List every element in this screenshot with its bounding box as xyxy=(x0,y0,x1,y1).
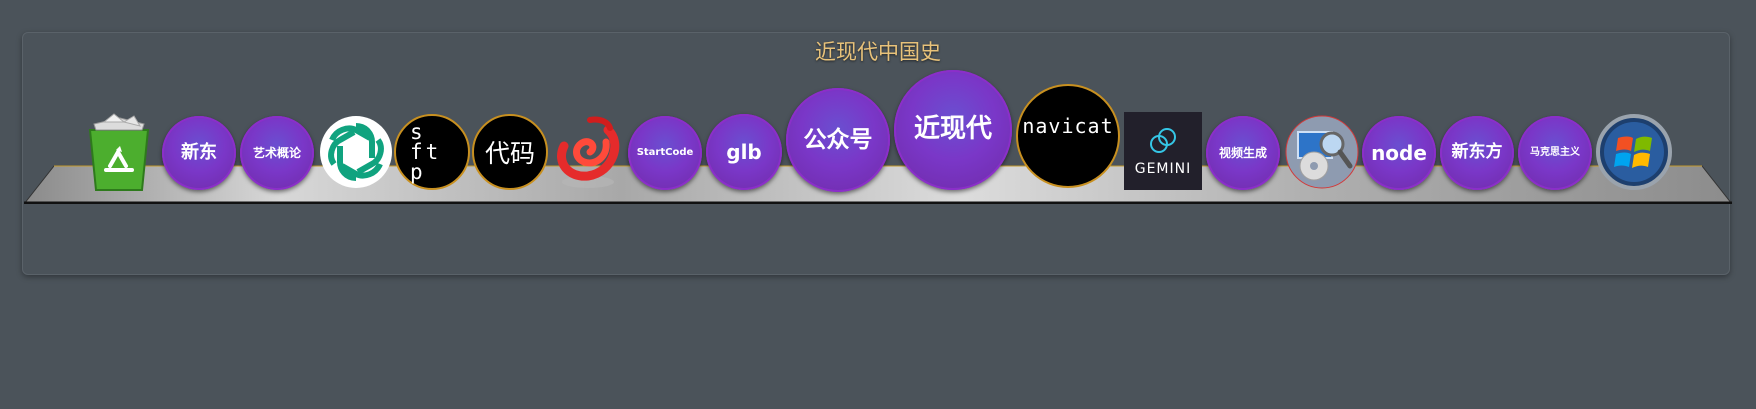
app-shipin-shengcheng-label: 视频生成 xyxy=(1218,145,1267,160)
app-sftp[interactable]: s ft p xyxy=(394,114,470,190)
app-makesi-zhuyi-label: 马克思主义 xyxy=(1530,146,1580,158)
app-yishu-gailun-label: 艺术概论 xyxy=(252,145,301,160)
app-startcode[interactable]: StartCode xyxy=(628,116,702,190)
app-gongzhonghao[interactable]: 公众号 xyxy=(786,88,890,192)
app-daima[interactable]: 代码 xyxy=(472,114,548,190)
chatgpt-logo-icon[interactable] xyxy=(318,114,394,190)
red-swirl-app-icon[interactable] xyxy=(550,112,626,192)
app-xindong-label: 新东 xyxy=(181,141,217,163)
app-gongzhonghao-label: 公众号 xyxy=(803,126,873,153)
app-sftp-char-p: p xyxy=(410,160,426,184)
app-node[interactable]: node xyxy=(1362,116,1436,190)
app-startcode-label: StartCode xyxy=(636,146,694,158)
disk-search-icon[interactable] xyxy=(1284,114,1360,190)
app-jinxiandai[interactable]: 近现代 xyxy=(894,70,1012,190)
app-daima-label: 代码 xyxy=(484,139,535,168)
app-navicat[interactable]: navicat xyxy=(1016,84,1120,188)
windows-logo-icon[interactable] xyxy=(1596,114,1672,190)
app-gemini[interactable]: GEMINI xyxy=(1124,112,1202,190)
app-yishu-gailun[interactable]: 艺术概论 xyxy=(240,116,314,190)
gemini-logo-icon xyxy=(1150,128,1176,153)
app-sftp-char-ft: ft xyxy=(410,140,442,164)
app-glb[interactable]: glb xyxy=(706,114,782,190)
app-gemini-label: GEMINI xyxy=(1134,161,1192,177)
dock: 新东 艺术概论 s ft p 代码 StartCode glb 公众号 近现代 … xyxy=(0,0,1756,409)
app-glb-label: glb xyxy=(726,139,762,164)
app-navicat-label: navicat xyxy=(1022,114,1114,138)
app-node-label: node xyxy=(1371,140,1427,165)
app-sftp-char-s: s xyxy=(410,120,426,144)
app-xindongfang-label: 新东方 xyxy=(1451,142,1503,163)
recycle-bin-icon[interactable] xyxy=(80,112,158,192)
app-makesi-zhuyi[interactable]: 马克思主义 xyxy=(1518,116,1592,190)
app-jinxiandai-label: 近现代 xyxy=(913,114,992,145)
app-xindongfang[interactable]: 新东方 xyxy=(1440,116,1514,190)
app-xindong[interactable]: 新东 xyxy=(162,116,236,190)
app-shipin-shengcheng[interactable]: 视频生成 xyxy=(1206,116,1280,190)
